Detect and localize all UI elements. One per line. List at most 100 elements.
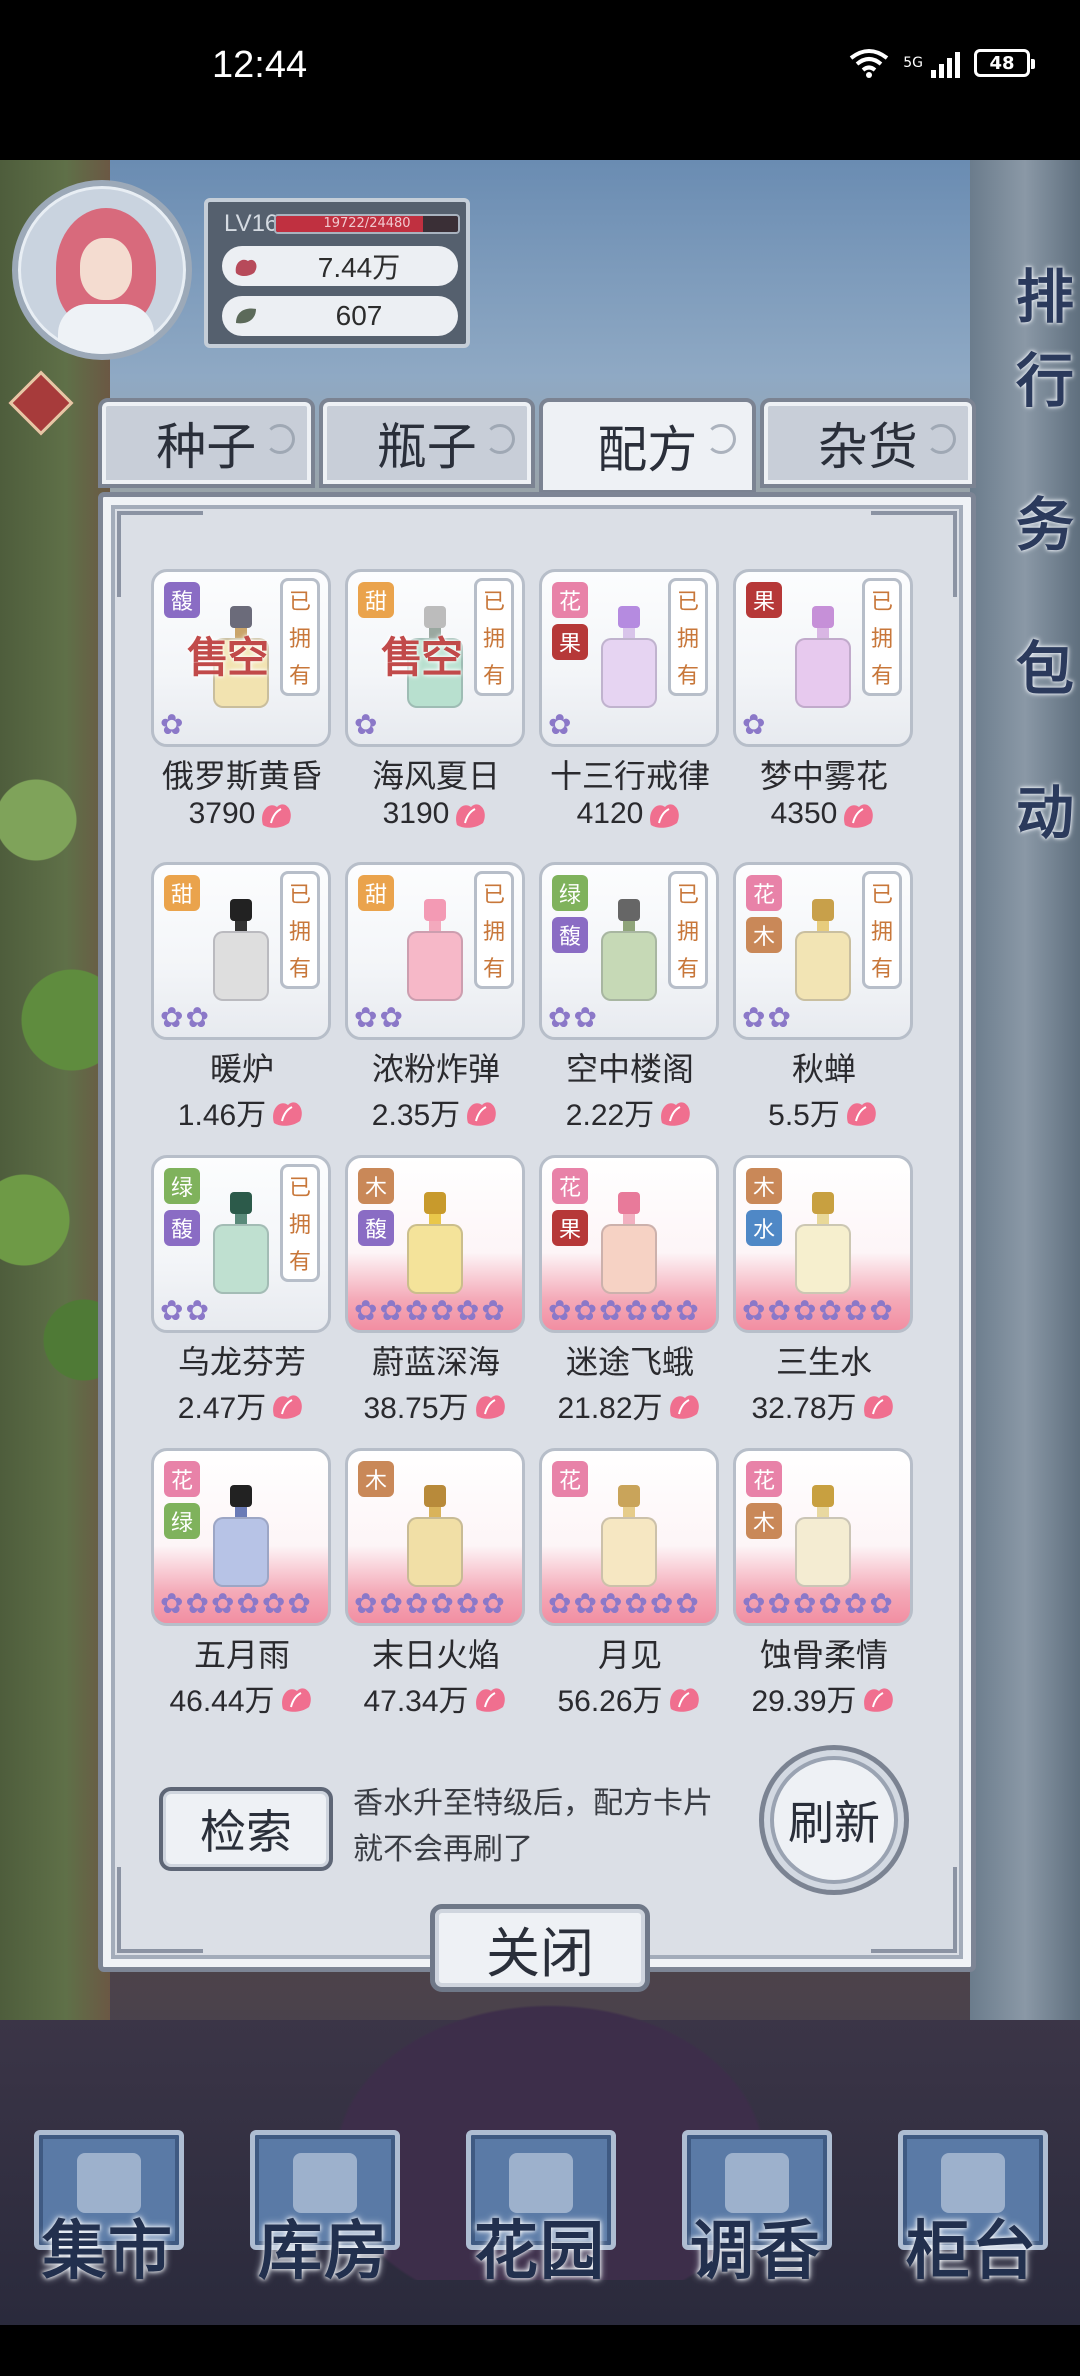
nav-storehouse[interactable]: 库房 bbox=[236, 2120, 412, 2296]
avatar[interactable] bbox=[12, 180, 192, 360]
owned-badge: 已拥有 bbox=[280, 871, 320, 989]
nav-garden[interactable]: 花园 bbox=[452, 2120, 628, 2296]
recipe-card[interactable]: 甜 已拥有 ✿ ✿ 浓粉炸弹 2.35万 bbox=[345, 862, 527, 1155]
recipe-card[interactable]: 花 ✿ ✿ ✿ ✿ ✿ ✿ 月见 56.26万 bbox=[539, 1448, 721, 1741]
recipe-shop-panel: 馥已拥有售空 ✿ 俄罗斯黄昏 3790 甜已拥有售空 ✿ 海风夏日 3190 花果已拥有 ✿ 十三行… bbox=[98, 492, 976, 1972]
flower-rating: ✿ ✿ ✿ ✿ ✿ ✿ bbox=[542, 1589, 716, 1619]
recipe-name: 十三行戒律 bbox=[549, 757, 710, 795]
side-menu-events[interactable]: 动 bbox=[964, 766, 1074, 850]
recipe-card[interactable]: 绿馥 已拥有 ✿ ✿ 空中楼阁 2.22万 bbox=[539, 862, 721, 1155]
recipe-price-value: 3790 bbox=[188, 797, 256, 830]
scent-tag: 花 bbox=[746, 1461, 782, 1497]
side-menu-ranking[interactable]: 排行 bbox=[964, 250, 1074, 418]
recipe-card-image[interactable]: 果 已拥有 ✿ bbox=[733, 569, 913, 747]
recipe-name: 蚀骨柔情 bbox=[759, 1636, 888, 1674]
recipe-price: 4120 bbox=[531, 797, 729, 831]
recipe-name: 迷途飞蛾 bbox=[565, 1343, 694, 1381]
recipe-card[interactable]: 绿馥 已拥有 ✿ ✿ 乌龙芬芳 2.47万 bbox=[151, 1155, 333, 1448]
recipe-card[interactable]: 花果 已拥有 ✿ 十三行戒律 4120 bbox=[539, 569, 721, 862]
recipe-price: 3190 bbox=[337, 797, 535, 831]
nav-blending[interactable]: 调香 bbox=[668, 2120, 844, 2296]
tab-seeds[interactable]: 种子 bbox=[98, 398, 315, 488]
nav-market[interactable]: 集市 bbox=[20, 2120, 196, 2296]
flower-icon: ✿ bbox=[649, 1294, 674, 1327]
recipe-card-image[interactable]: 花果 已拥有 ✿ bbox=[539, 569, 719, 747]
recipe-card[interactable]: 木馥 ✿ ✿ ✿ ✿ ✿ ✿ 蔚蓝深海 38.75万 bbox=[345, 1155, 527, 1448]
scent-tag: 果 bbox=[552, 1210, 588, 1246]
scent-tag: 果 bbox=[552, 624, 588, 660]
recipe-card-image[interactable]: 绿馥 已拥有 ✿ ✿ bbox=[151, 1155, 331, 1333]
scent-tag: 馥 bbox=[164, 1210, 200, 1246]
status-time: 12:44 bbox=[212, 44, 308, 86]
flower-icon: ✿ bbox=[792, 1294, 817, 1327]
recipe-card[interactable]: 馥 已拥有售空 ✿ 俄罗斯黄昏 3790 bbox=[151, 569, 333, 862]
recipe-card-image[interactable]: 甜 已拥有售空 ✿ bbox=[345, 569, 525, 747]
recipe-card[interactable]: 花绿 ✿ ✿ ✿ ✿ ✿ ✿ 五月雨 46.44万 bbox=[151, 1448, 333, 1741]
recipe-price: 56.26万 bbox=[531, 1676, 729, 1720]
petal-currency-icon bbox=[863, 1395, 893, 1419]
recipe-card[interactable]: 花果 ✿ ✿ ✿ ✿ ✿ ✿ 迷途飞蛾 21.82万 bbox=[539, 1155, 721, 1448]
side-menu-tasks[interactable]: 务 bbox=[964, 478, 1074, 562]
recipe-card-image[interactable]: 木馥 ✿ ✿ ✿ ✿ ✿ ✿ bbox=[345, 1155, 525, 1333]
flower-icon: ✿ bbox=[675, 1587, 699, 1620]
owned-badge-char: 已 bbox=[676, 882, 699, 908]
player-card[interactable]: LV16 19722/24480 7.44万 607 bbox=[12, 180, 472, 360]
recipe-price: 32.78万 bbox=[725, 1383, 923, 1427]
tab-recipes[interactable]: 配方 bbox=[539, 398, 756, 494]
flower-icon: ✿ bbox=[548, 708, 572, 741]
flower-rating: ✿ bbox=[154, 710, 328, 740]
recipe-card[interactable]: 木 ✿ ✿ ✿ ✿ ✿ ✿ 末日火焰 47.34万 bbox=[345, 1448, 527, 1741]
recipe-price: 3790 bbox=[143, 797, 341, 831]
recipe-card[interactable]: 木水 ✿ ✿ ✿ ✿ ✿ ✿ 三生水 32.78万 bbox=[733, 1155, 915, 1448]
recipe-card[interactable]: 果 已拥有 ✿ 梦中雾花 4350 bbox=[733, 569, 915, 862]
tab-goods[interactable]: 杂货 bbox=[759, 398, 976, 488]
scent-tag: 木 bbox=[358, 1168, 394, 1204]
flower-rating: ✿ ✿ ✿ ✿ ✿ ✿ bbox=[736, 1296, 910, 1326]
recipe-card-image[interactable]: 甜 已拥有 ✿ ✿ bbox=[345, 862, 525, 1040]
flower-icon: ✿ bbox=[742, 708, 766, 741]
bottom-nav: 集市 库房 花园 调香 柜台 bbox=[20, 2120, 1060, 2296]
flower-icon: ✿ bbox=[843, 1294, 868, 1327]
recipe-card-image[interactable]: 绿馥 已拥有 ✿ ✿ bbox=[539, 862, 719, 1040]
recipe-name: 浓粉炸弹 bbox=[371, 1050, 500, 1088]
recipe-name: 五月雨 bbox=[193, 1636, 290, 1674]
recipe-card-image[interactable]: 花绿 ✿ ✿ ✿ ✿ ✿ ✿ bbox=[151, 1448, 331, 1626]
recipe-card-image[interactable]: 木水 ✿ ✿ ✿ ✿ ✿ ✿ bbox=[733, 1155, 913, 1333]
recipe-card-image[interactable]: 花果 ✿ ✿ ✿ ✿ ✿ ✿ bbox=[539, 1155, 719, 1333]
flower-icon: ✿ bbox=[160, 1001, 184, 1034]
owned-badge-char: 拥 bbox=[482, 919, 505, 945]
recipe-card-image[interactable]: 花木 ✿ ✿ ✿ ✿ ✿ ✿ bbox=[733, 1448, 913, 1626]
recipe-card[interactable]: 甜 已拥有售空 ✿ 海风夏日 3190 bbox=[345, 569, 527, 862]
flower-rating: ✿ ✿ bbox=[736, 1003, 910, 1033]
recipe-card-image[interactable]: 花 ✿ ✿ ✿ ✿ ✿ ✿ bbox=[539, 1448, 719, 1626]
flower-icon: ✿ bbox=[767, 1294, 791, 1327]
currency-leaves: 607 bbox=[222, 296, 458, 336]
flower-icon: ✿ bbox=[598, 1587, 623, 1620]
recipe-card-image[interactable]: 馥 已拥有售空 ✿ bbox=[151, 569, 331, 747]
flower-rating: ✿ ✿ bbox=[154, 1003, 328, 1033]
side-menu-bag[interactable]: 包 bbox=[964, 622, 1074, 706]
recipe-name: 空中楼阁 bbox=[565, 1050, 694, 1088]
recipe-card-image[interactable]: 花木 已拥有 ✿ ✿ bbox=[733, 862, 913, 1040]
flower-icon: ✿ bbox=[548, 1294, 572, 1327]
nav-label: 调香 bbox=[690, 2214, 822, 2289]
close-button[interactable]: 关闭 bbox=[430, 1904, 650, 1992]
flower-rating: ✿ ✿ bbox=[348, 1003, 522, 1033]
owned-badge-char: 有 bbox=[482, 664, 505, 690]
recipe-price-value: 21.82万 bbox=[557, 1392, 663, 1425]
recipe-card[interactable]: 花木已拥有 ✿ ✿ 秋蝉 5.5万 bbox=[733, 862, 915, 1155]
recipe-name: 三生水 bbox=[775, 1343, 872, 1381]
flower-rating: ✿ ✿ bbox=[154, 1296, 328, 1326]
recipe-card-image[interactable]: 木 ✿ ✿ ✿ ✿ ✿ ✿ bbox=[345, 1448, 525, 1626]
recipe-card[interactable]: 花木 ✿ ✿ ✿ ✿ ✿ ✿ 蚀骨柔情 29.39万 bbox=[733, 1448, 915, 1741]
recipe-card-image[interactable]: 甜 已拥有 ✿ ✿ bbox=[151, 862, 331, 1040]
flower-icon: ✿ bbox=[210, 1587, 235, 1620]
refresh-button[interactable]: 刷新 bbox=[759, 1745, 909, 1895]
perfume-bottle-icon bbox=[407, 899, 463, 1001]
search-button[interactable]: 检索 bbox=[159, 1787, 333, 1871]
recipe-card[interactable]: 甜已拥有 ✿ ✿ 暖炉 1.46万 bbox=[151, 862, 333, 1155]
owned-badge-char: 有 bbox=[288, 1250, 311, 1276]
tab-bottles[interactable]: 瓶子 bbox=[318, 398, 535, 488]
recipe-price-value: 29.39万 bbox=[751, 1685, 857, 1718]
nav-counter[interactable]: 柜台 bbox=[884, 2120, 1060, 2296]
